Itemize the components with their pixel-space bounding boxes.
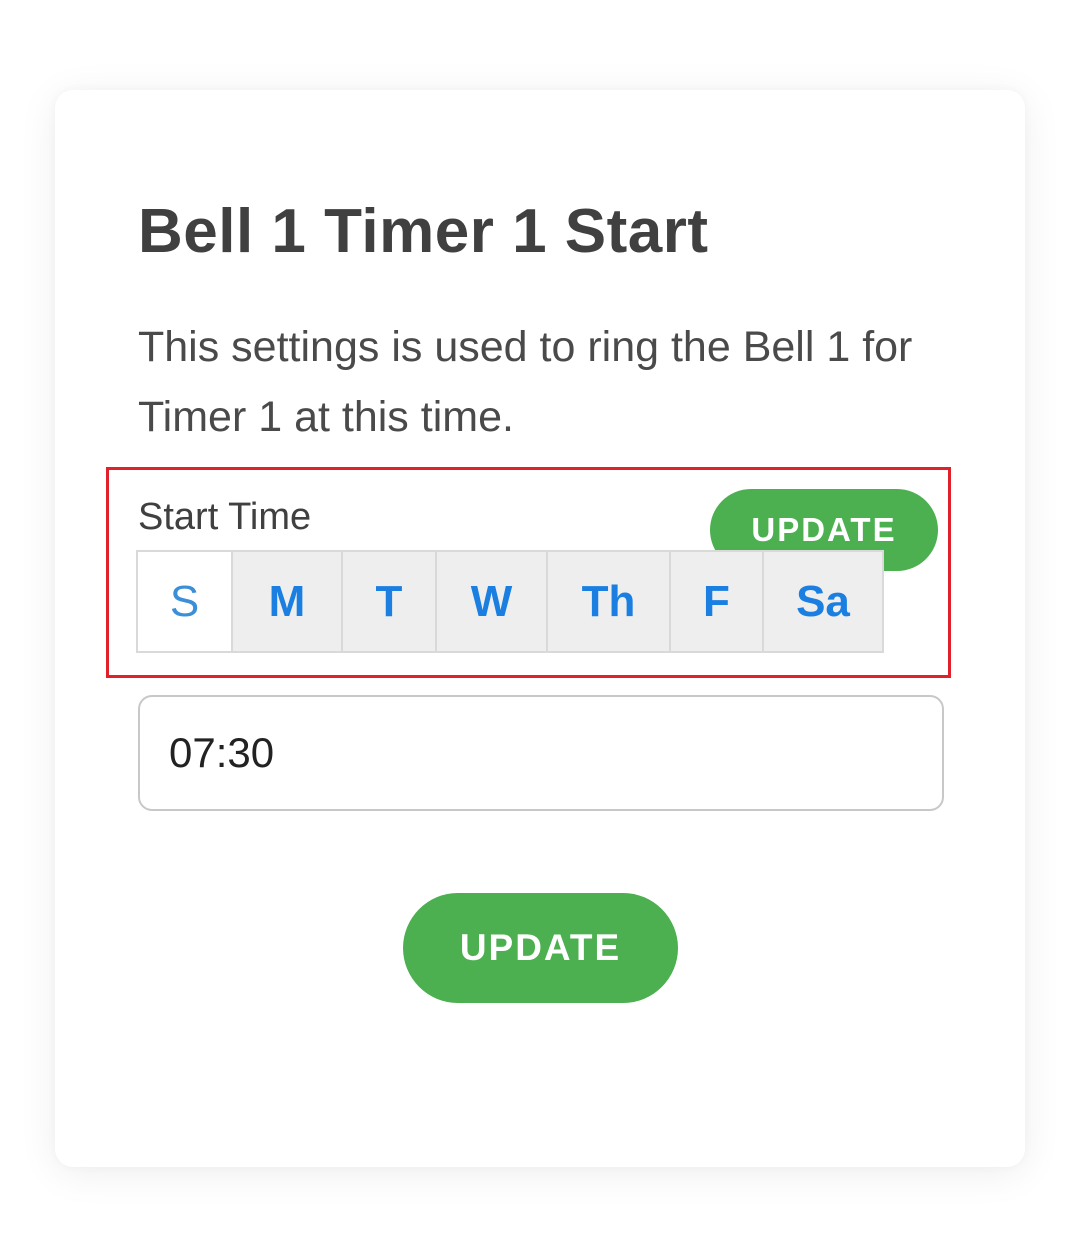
day-button-friday[interactable]: F: [669, 552, 762, 651]
day-button-wednesday[interactable]: W: [435, 552, 546, 651]
update-button[interactable]: UPDATE: [403, 893, 678, 1003]
day-button-tuesday[interactable]: T: [341, 552, 435, 651]
day-button-thursday[interactable]: Th: [546, 552, 669, 651]
card-title: Bell 1 Timer 1 Start: [138, 197, 709, 266]
start-time-input[interactable]: [138, 695, 944, 811]
card-description: This settings is used to ring the Bell 1…: [138, 323, 913, 441]
page: Bell 1 Timer 1 Start This settings is us…: [0, 0, 1080, 1245]
day-button-sunday[interactable]: S: [138, 552, 231, 651]
day-button-monday[interactable]: M: [231, 552, 341, 651]
start-time-label: Start Time: [138, 496, 312, 538]
day-button-saturday[interactable]: Sa: [762, 552, 882, 651]
day-selector: S M T W Th F Sa: [136, 550, 884, 653]
